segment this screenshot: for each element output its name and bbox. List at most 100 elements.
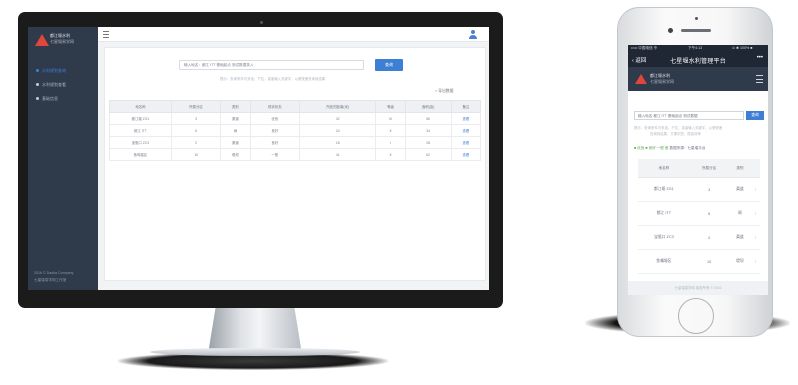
view-link[interactable]: 查看	[450, 112, 482, 125]
home-button[interactable]	[678, 298, 714, 334]
table-cell: 都江 ITT	[638, 201, 690, 226]
search-button[interactable]: 查询	[746, 111, 764, 120]
status-time: 下午4:13	[688, 46, 703, 50]
hamburger-menu-icon[interactable]	[103, 31, 109, 38]
table-cell: 24	[298, 124, 377, 137]
sidebar-item-view[interactable]: 水利规划查看	[28, 79, 98, 91]
phone-page-title: 七星堰水利管理平台	[670, 59, 726, 65]
table-cell: 渠道	[728, 225, 752, 250]
table-row[interactable]: 都江堰 ZG1 3 渠道 优良 32 III 56 查看	[109, 112, 482, 125]
chevron-right-icon[interactable]: ›	[751, 177, 760, 202]
data-table: 地名称 所属分区 类别 现状状态 所处的距离(米) 等级 面积(亩) 备注 都江堰 ZG1 3 渠…	[109, 100, 482, 161]
content-panel: 输入地名：都江 ITT 基础起点 测试数据录入 查询 提示：查询条件可多选，下拉…	[104, 47, 486, 281]
table-cell: 渠道	[220, 136, 251, 149]
phone-nav-bar: ‹ 返回 七星堰水利管理平台 •••	[628, 53, 768, 67]
chevron-right-icon[interactable]: ›	[751, 201, 760, 226]
status-bar: ••••• 中国电信 令 下午4:13 ⊙ ✱ 100% ■	[628, 45, 768, 53]
brand-subtitle: 七星堰易学网	[50, 39, 74, 44]
legend-source: 数据来源：七星堰平台	[669, 146, 706, 150]
table-cell: III	[375, 112, 406, 125]
chevron-right-icon[interactable]: ›	[751, 249, 760, 274]
search-input[interactable]: 输入地名：都江 ITT 基础起点 测试数据录入	[179, 60, 364, 70]
table-cell: 41	[298, 148, 377, 161]
column-header: 所处的距离(米)	[298, 100, 377, 113]
table-cell: 宝瓶口 ZC3	[109, 136, 172, 149]
sidebar-item-info[interactable]: 基础信息	[28, 93, 98, 105]
sidebar-item-label: 基础信息	[42, 96, 58, 101]
table-cell: 鱼嘴堰区	[638, 249, 690, 274]
search-hint: 提示：查询条件可多选，下拉，或者输入关键字，以便快速查询到结果	[220, 77, 326, 81]
list-item[interactable]: 都江 ITT 6 闸 ›	[638, 201, 760, 226]
column-header: 类别	[220, 100, 251, 113]
table-cell: 3	[689, 177, 729, 202]
view-link[interactable]: 查看	[450, 124, 482, 137]
table-cell: 渠道	[728, 177, 752, 202]
table-cell: 堤坝	[220, 148, 251, 161]
sidebar-item-query[interactable]: 水利规划查询	[28, 65, 98, 77]
sidebar-footer-company: 七星堰易学网工作室	[34, 278, 67, 282]
status-carrier: ••••• 中国电信 令	[631, 46, 658, 50]
table-cell: 2	[170, 136, 222, 149]
table-header-row: 地名称 所属分区 类别	[638, 159, 760, 178]
column-header: 类别	[728, 159, 752, 178]
list-item[interactable]: 都江堰 ZG1 3 渠道 ›	[638, 177, 760, 202]
phone-speaker	[681, 29, 711, 32]
brand-subtitle: 七星堰易学网	[650, 79, 674, 84]
table-cell: 2	[689, 225, 729, 250]
column-header: 备注	[450, 100, 482, 113]
table-row[interactable]: 宝瓶口 ZC3 2 渠道 良好 18 I 28 查看	[109, 136, 482, 149]
export-link[interactable]: > 导出数据	[435, 89, 453, 94]
phone-data-table: 地名称 所属分区 类别 都江堰 ZG1 3 渠道 › 都江 ITT 6 闸 › 宝瓶口 ZC3 2 渠道…	[638, 159, 760, 274]
legend-item: ■ 良好 一般 差	[645, 146, 669, 150]
phone-footer: 七星堰易学网 版权所有 © 2016	[628, 281, 768, 295]
bullet-icon	[36, 97, 39, 100]
list-item[interactable]: 宝瓶口 ZC3 2 渠道 ›	[638, 225, 760, 250]
table-cell: 良好	[249, 124, 300, 137]
table-cell: 一般	[249, 148, 300, 161]
desktop-screen: 都江堰水利 七星堰易学网 水利规划查询 水利规划查看 基础信息 2016 © D…	[28, 27, 489, 290]
table-cell: 堤坝	[728, 249, 752, 274]
more-options-icon[interactable]: •••	[757, 55, 763, 61]
user-avatar-icon[interactable]	[469, 30, 477, 39]
table-row[interactable]: 都江 ITT 6 闸良好 24 II 34 查看	[109, 124, 482, 137]
chevron-right-icon[interactable]: ›	[751, 225, 760, 250]
search-hint: 提示：查询条件可多选，下拉，或者输入关键字，以便快速	[634, 126, 723, 130]
table-cell: 鱼嘴堰区	[109, 148, 172, 161]
table-cell: 32	[298, 112, 377, 125]
view-link[interactable]: 查看	[450, 148, 482, 161]
table-cell: 18	[298, 136, 377, 149]
table-cell: 56	[404, 112, 452, 125]
column-header: 所属分区	[170, 100, 222, 113]
legend: ■ 优良 ■ 良好 一般 差 数据来源：七星堰平台	[634, 146, 705, 151]
bullet-icon	[36, 83, 39, 86]
table-cell: 28	[404, 136, 452, 149]
top-bar	[98, 27, 489, 42]
table-cell: 都江堰 ZG1	[109, 112, 172, 125]
view-link[interactable]: 查看	[450, 136, 482, 149]
monitor-stand-base	[150, 348, 360, 356]
phone-front-camera	[668, 28, 673, 33]
phone-screen: ••••• 中国电信 令 下午4:13 ⊙ ✱ 100% ■ ‹ 返回 七星堰水…	[628, 45, 768, 295]
list-item[interactable]: 鱼嘴堰区 10 堤坝 ›	[638, 249, 760, 274]
column-header: 地名称	[638, 159, 690, 178]
table-cell: 优良	[249, 112, 300, 125]
hamburger-menu-icon[interactable]	[756, 75, 763, 83]
column-header-blank	[751, 159, 760, 178]
table-cell: 10	[689, 249, 729, 274]
bullet-icon	[36, 69, 39, 72]
table-cell: 62	[404, 148, 452, 161]
table-header-row: 地名称 所属分区 类别 现状状态 所处的距离(米) 等级 面积(亩) 备注	[109, 100, 482, 113]
brand-logo-icon	[35, 34, 49, 46]
table-row[interactable]: 鱼嘴堰区 10 堤坝 一般 41 II 62 查看	[109, 148, 482, 161]
table-cell: 闸	[220, 124, 251, 137]
table-cell: 3	[170, 112, 222, 125]
column-header: 面积(亩)	[404, 100, 452, 113]
table-cell: II	[375, 124, 406, 137]
brand-logo-icon	[635, 74, 647, 84]
table-cell: 6	[689, 201, 729, 226]
search-input[interactable]: 输入地名 都江 ITT 基础起点 测试数据	[634, 111, 744, 120]
table-cell: 10	[170, 148, 222, 161]
sidebar: 都江堰水利 七星堰易学网 水利规划查询 水利规划查看 基础信息 2016 © D…	[28, 27, 98, 290]
search-button[interactable]: 查询	[375, 59, 403, 71]
phone-brand-header: 都江堰水利 七星堰易学网	[628, 67, 768, 91]
